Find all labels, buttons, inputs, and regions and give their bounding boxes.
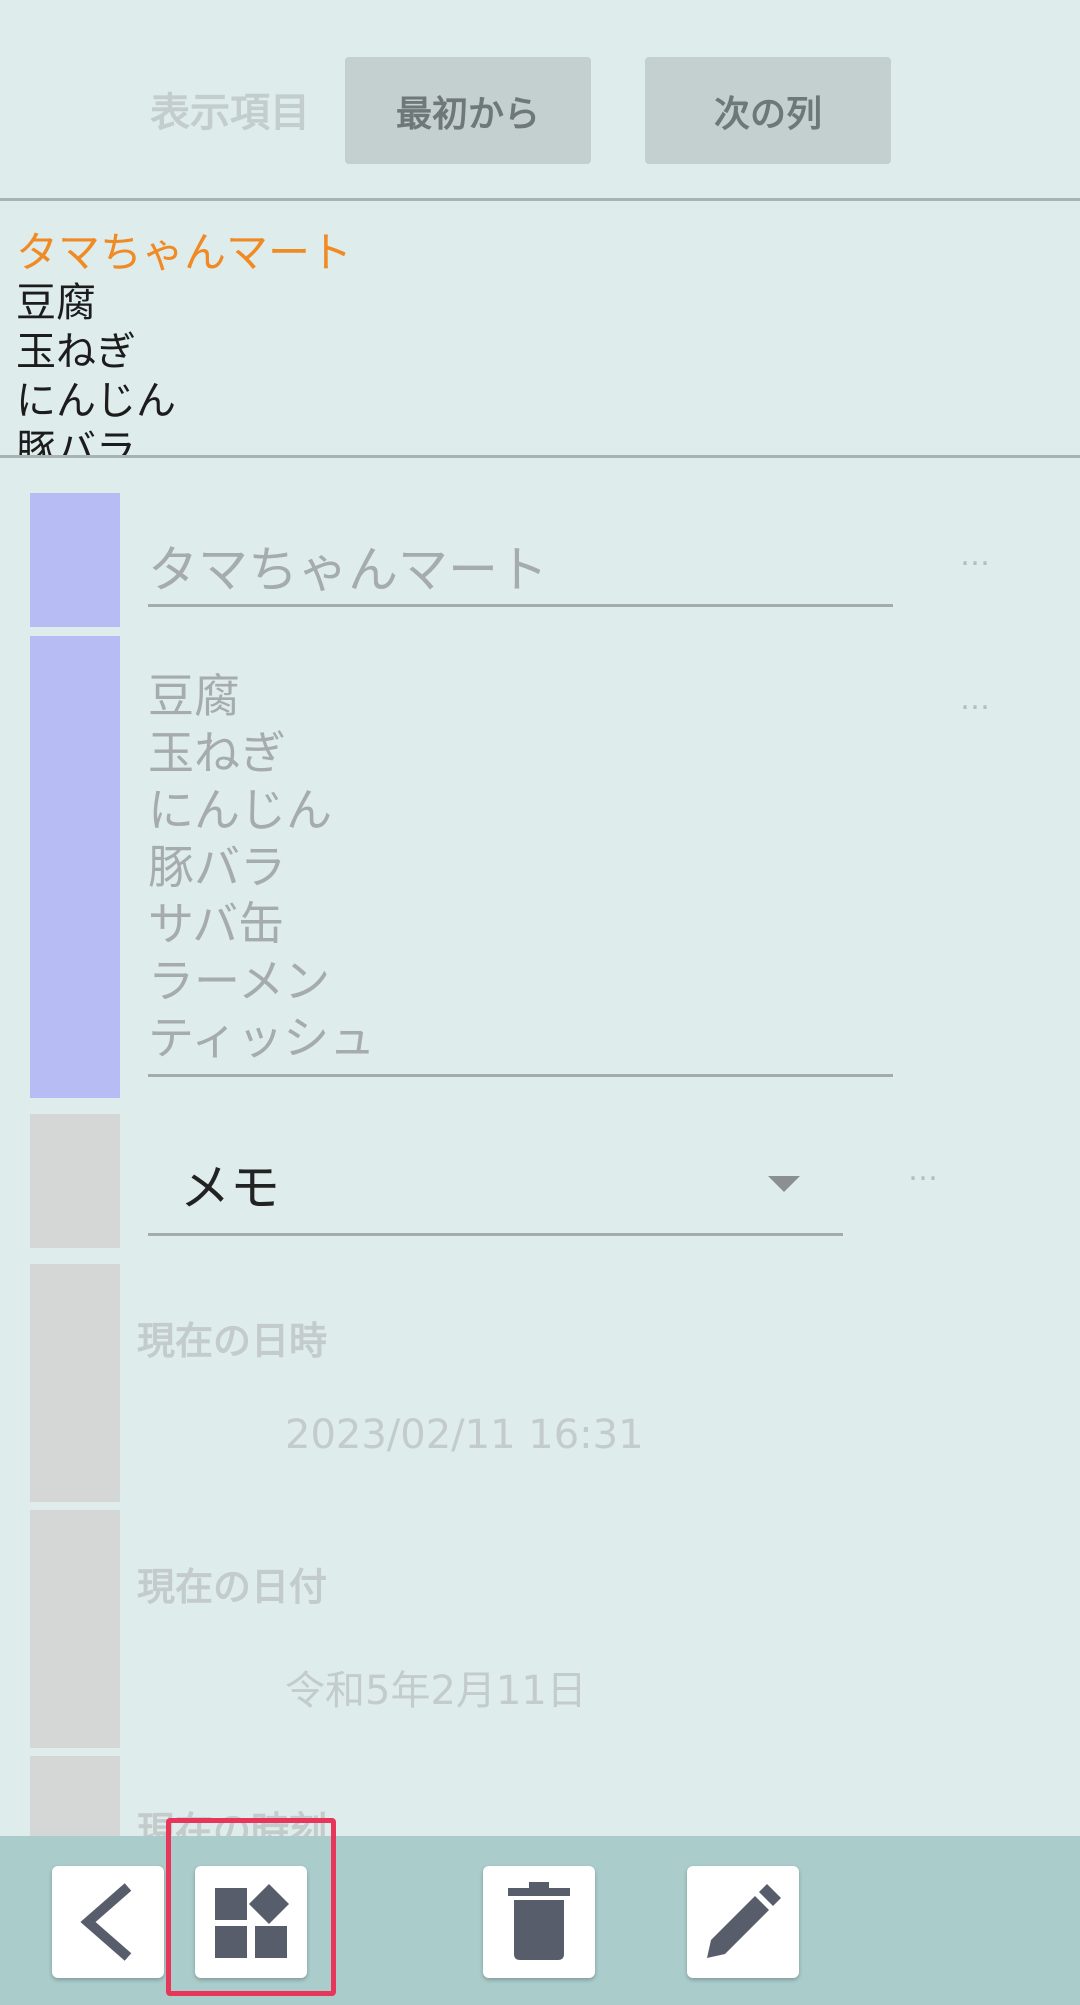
back-button[interactable] [52, 1866, 164, 1978]
pencil-icon [707, 1884, 781, 1958]
more-icon[interactable]: … [908, 1153, 940, 1188]
row-handle[interactable] [30, 493, 120, 627]
dropdown-arrow-icon[interactable] [768, 1176, 800, 1192]
row-handle[interactable] [30, 1756, 120, 1846]
row-handle[interactable] [30, 1114, 120, 1248]
more-icon[interactable]: … [960, 538, 992, 573]
top-toolbar: 表示項目 最初から 次の列 [0, 0, 1080, 201]
row-handle[interactable] [30, 1510, 120, 1748]
memo-underline [148, 1233, 843, 1236]
bottom-toolbar [0, 1836, 1080, 2005]
section-datetime-value: 2023/02/11 16:31 [285, 1412, 644, 1458]
preview-panel: タマちゃんマート 豆腐 玉ねぎ にんじん 豚バラ [0, 201, 1080, 458]
row-handle[interactable] [30, 636, 120, 1098]
delete-button[interactable] [483, 1866, 595, 1978]
row-handle[interactable] [30, 1264, 120, 1502]
section-date-label: 現在の日付 [137, 1565, 328, 1609]
chevron-left-icon [80, 1883, 132, 1961]
trash-icon [508, 1882, 570, 1960]
next-column-button[interactable]: 次の列 [645, 57, 891, 164]
first-button[interactable]: 最初から [345, 57, 591, 164]
memo-dropdown[interactable]: メモ [180, 1148, 280, 1220]
more-icon[interactable]: … [960, 682, 992, 717]
display-items-label: 表示項目 [150, 90, 310, 136]
highlight-box [166, 1818, 336, 1996]
items-field-underline [148, 1074, 893, 1077]
section-date-value: 令和5年2月11日 [285, 1668, 587, 1714]
preview-body: 豆腐 玉ねぎ にんじん 豚バラ [16, 280, 176, 458]
title-field-underline [148, 604, 893, 607]
section-datetime-label: 現在の日時 [137, 1319, 328, 1363]
items-field[interactable]: 豆腐 玉ねぎ にんじん 豚バラ サバ缶 ラーメン ティッシュ [148, 668, 375, 1067]
title-field[interactable]: タマちゃんマート [148, 530, 548, 602]
edit-button[interactable] [687, 1866, 799, 1978]
preview-title: タマちゃんマート [16, 228, 353, 277]
